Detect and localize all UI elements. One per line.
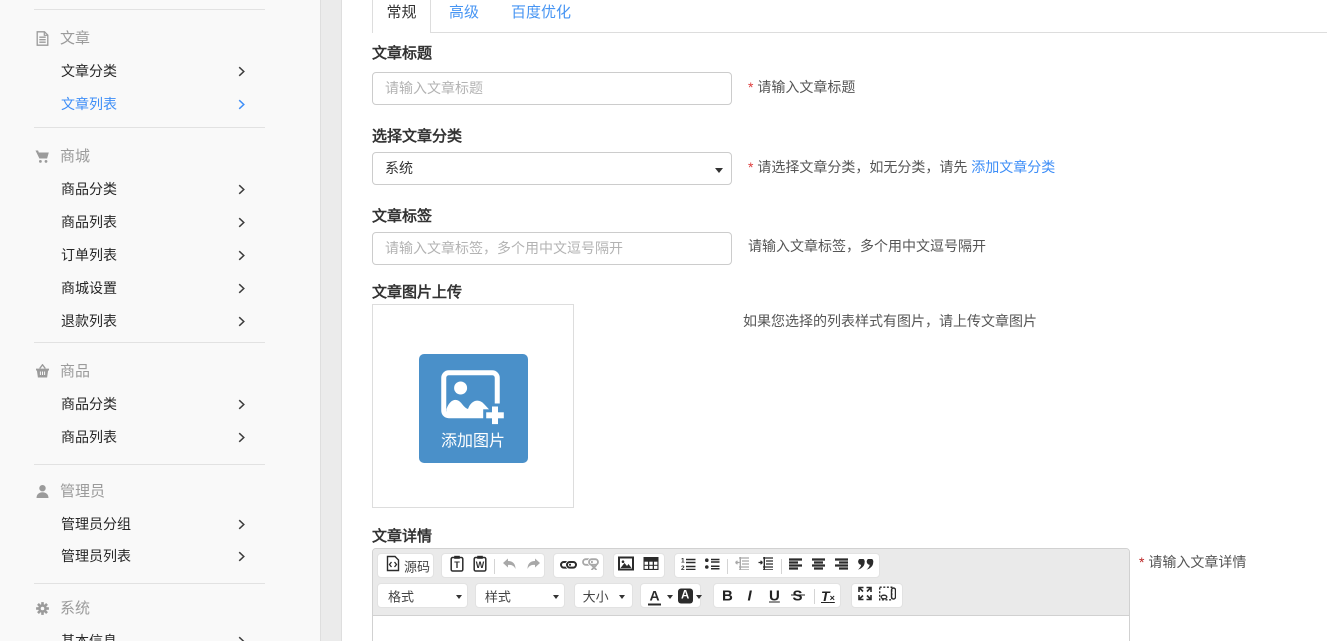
svg-text:T: T <box>454 560 460 570</box>
svg-text:1: 1 <box>681 557 685 564</box>
svg-text:2: 2 <box>681 565 685 570</box>
svg-text:W: W <box>476 560 485 570</box>
